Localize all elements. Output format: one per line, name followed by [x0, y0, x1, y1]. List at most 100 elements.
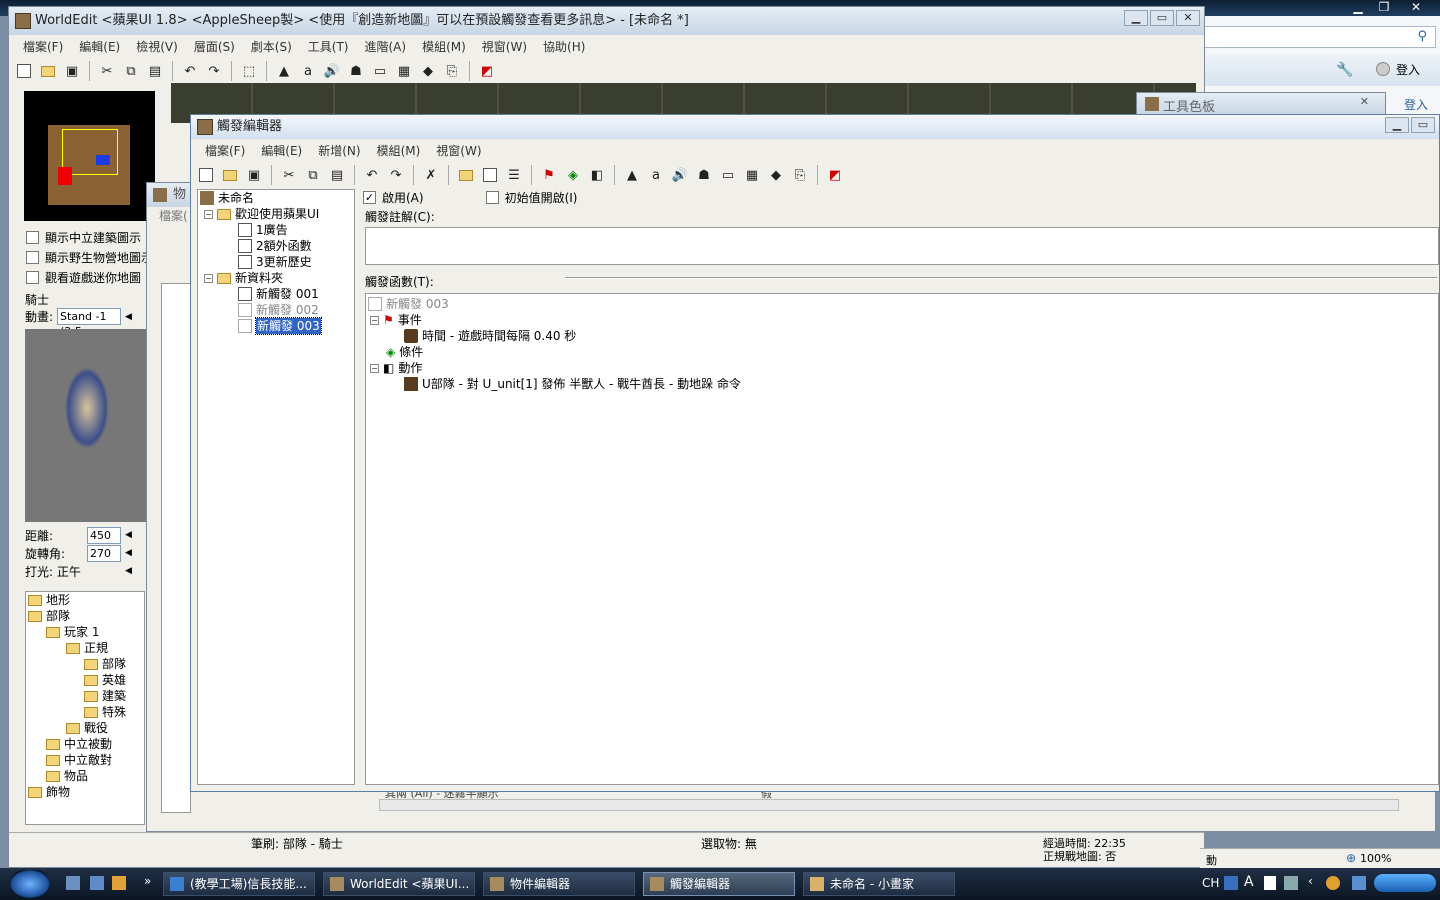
- trigger-menu-file[interactable]: 檔案(F): [197, 142, 253, 159]
- func-events-node[interactable]: − ⚑ 事件: [370, 312, 422, 328]
- redo-icon[interactable]: ↷: [385, 164, 407, 186]
- tree-item-heroes[interactable]: 英雄: [84, 672, 126, 688]
- campaign-editor-icon[interactable]: ▭: [717, 164, 739, 186]
- lighting-arrow-icon[interactable]: ◀: [125, 566, 132, 576]
- zoom-level[interactable]: 100%: [1360, 852, 1391, 865]
- horizontal-scrollbar[interactable]: [379, 799, 1399, 811]
- minimap[interactable]: [24, 91, 155, 221]
- undo-icon[interactable]: ↶: [361, 164, 383, 186]
- export-icon[interactable]: ⎘: [789, 164, 811, 186]
- tree-item-units-sub[interactable]: 部隊: [84, 656, 126, 672]
- menu-window[interactable]: 視窗(W): [474, 38, 535, 55]
- copy-icon[interactable]: ⧉: [302, 164, 324, 186]
- keyboard-icon[interactable]: [1284, 876, 1298, 890]
- tree-trigger-ad[interactable]: 1廣告: [238, 222, 288, 238]
- menu-layer[interactable]: 層面(S): [186, 38, 243, 55]
- trigger-menu-module[interactable]: 模組(M): [369, 142, 429, 159]
- new-comment-icon[interactable]: ☰: [503, 164, 525, 186]
- paste-icon[interactable]: ▤: [326, 164, 348, 186]
- tree-trigger-003[interactable]: 新觸發 003: [238, 317, 322, 335]
- bg-close-button[interactable]: ✕: [1404, 0, 1428, 14]
- tree-item-neutral-hostile[interactable]: 中立敵對: [46, 752, 112, 768]
- tree-trigger-002[interactable]: 新觸發 002: [238, 302, 319, 318]
- tree-item-buildings[interactable]: 建築: [84, 688, 126, 704]
- tree-item-player1[interactable]: 玩家 1: [46, 624, 99, 640]
- object-manager-icon[interactable]: ◆: [417, 60, 439, 82]
- network-icon[interactable]: [1352, 876, 1366, 890]
- open-icon[interactable]: [219, 164, 241, 186]
- tree-category-new-folder[interactable]: − 新資料夾: [204, 270, 283, 286]
- func-actions-node[interactable]: − ◧ 動作: [370, 360, 422, 376]
- animation-select[interactable]: Stand -1 (2.5: [57, 308, 122, 338]
- initially-on-checkbox[interactable]: [485, 191, 499, 204]
- object-editor-icon[interactable]: a: [645, 164, 667, 186]
- tray-brand-badge[interactable]: [1374, 874, 1436, 892]
- menu-advanced[interactable]: 進階(A): [356, 38, 414, 55]
- animation-prev-arrow-icon[interactable]: ◀: [125, 312, 132, 322]
- ime-icon[interactable]: [1224, 876, 1238, 890]
- taskbar-item-object-editor[interactable]: 物件編輯器: [483, 872, 635, 896]
- maximize-button[interactable]: ▭: [1150, 10, 1174, 26]
- tree-item-terrain[interactable]: 地形: [28, 592, 70, 608]
- tray-app-icon[interactable]: [1326, 876, 1340, 890]
- object-manager-icon[interactable]: ◆: [765, 164, 787, 186]
- menu-file[interactable]: 檔案(F): [15, 38, 71, 55]
- tree-item-melee[interactable]: 正規: [66, 640, 108, 656]
- login-link-2[interactable]: 登入: [1404, 96, 1428, 113]
- menu-scenario[interactable]: 劇本(S): [243, 38, 300, 55]
- close-button[interactable]: ✕: [1176, 10, 1200, 26]
- game-minimap-checkbox[interactable]: [26, 271, 39, 284]
- tree-map-root[interactable]: 未命名: [200, 190, 254, 206]
- menu-module[interactable]: 模組(M): [414, 38, 474, 55]
- ai-editor-icon[interactable]: ☗: [345, 60, 367, 82]
- copy-icon[interactable]: ⧉: [120, 60, 142, 82]
- menu-tools[interactable]: 工具(T): [300, 38, 357, 55]
- splitter[interactable]: [565, 277, 1437, 279]
- redo-icon[interactable]: ↷: [203, 60, 225, 82]
- taskbar-item-paint[interactable]: 未命名 - 小畫家: [803, 872, 955, 896]
- export-icon[interactable]: ⎘: [441, 60, 463, 82]
- sound-editor-icon[interactable]: 🔊: [321, 60, 343, 82]
- tree-trigger-extra-functions[interactable]: 2額外函數: [238, 238, 312, 254]
- new-trigger-icon[interactable]: [479, 164, 501, 186]
- start-button[interactable]: [10, 870, 50, 898]
- rotation-arrow-icon[interactable]: ◀: [125, 548, 132, 558]
- campaign-editor-icon[interactable]: ▭: [369, 60, 391, 82]
- taskbar-item-worldedit[interactable]: WorldEdit <蘋果UI...: [323, 872, 475, 896]
- taskbar-item-browser[interactable]: (教學工場)信長技能...: [163, 872, 315, 896]
- quicklaunch-overflow[interactable]: »: [144, 874, 151, 888]
- distance-arrow-icon[interactable]: ◀: [125, 530, 132, 540]
- wrench-icon[interactable]: 🔧: [1336, 62, 1353, 78]
- bg-minimize-button[interactable]: ▁: [1346, 0, 1370, 14]
- new-event-icon[interactable]: ⚑: [538, 164, 560, 186]
- terrain-editor-icon[interactable]: ▲: [621, 164, 643, 186]
- distance-field[interactable]: 450: [87, 526, 121, 544]
- import-manager-icon[interactable]: ▦: [393, 60, 415, 82]
- test-map-icon[interactable]: ◩: [476, 60, 498, 82]
- tree-trigger-001[interactable]: 新觸發 001: [238, 286, 319, 302]
- enabled-checkbox[interactable]: ✓: [363, 191, 376, 204]
- terrain-editor-icon[interactable]: ▲: [273, 60, 295, 82]
- new-category-icon[interactable]: [455, 164, 477, 186]
- trigger-menu-window[interactable]: 視窗(W): [428, 142, 489, 159]
- bg-search-box[interactable]: ⚲: [1204, 26, 1436, 48]
- func-root[interactable]: 新觸發 003: [368, 296, 449, 312]
- bg-restore-button[interactable]: ❐: [1372, 0, 1396, 14]
- func-action-item[interactable]: U部隊 - 對 U_unit[1] 發佈 半獸人 - 戰牛酋長 - 動地跺 命令: [404, 376, 741, 392]
- media-player-icon[interactable]: [112, 876, 126, 890]
- font-size-icon[interactable]: A: [1244, 874, 1254, 890]
- tree-category-welcome[interactable]: − 歡迎使用蘋果UI: [204, 206, 319, 222]
- taskbar-item-trigger-editor[interactable]: 觸發編輯器: [643, 872, 795, 896]
- test-map-icon[interactable]: ◩: [824, 164, 846, 186]
- minimize-button[interactable]: ▁: [1124, 10, 1148, 26]
- trigger-menu-new[interactable]: 新增(N): [310, 142, 368, 159]
- tree-item-neutral-passive[interactable]: 中立被動: [46, 736, 112, 752]
- sound-editor-icon[interactable]: 🔊: [669, 164, 691, 186]
- search-icon[interactable]: ⚲: [1417, 29, 1427, 44]
- input-mode-icon[interactable]: [1264, 876, 1276, 890]
- rotation-field[interactable]: 270: [87, 544, 121, 562]
- menu-edit[interactable]: 編輯(E): [71, 38, 128, 55]
- menu-view[interactable]: 檢視(V): [128, 38, 186, 55]
- new-icon[interactable]: [13, 60, 35, 82]
- tree-item-special[interactable]: 特殊: [84, 704, 126, 720]
